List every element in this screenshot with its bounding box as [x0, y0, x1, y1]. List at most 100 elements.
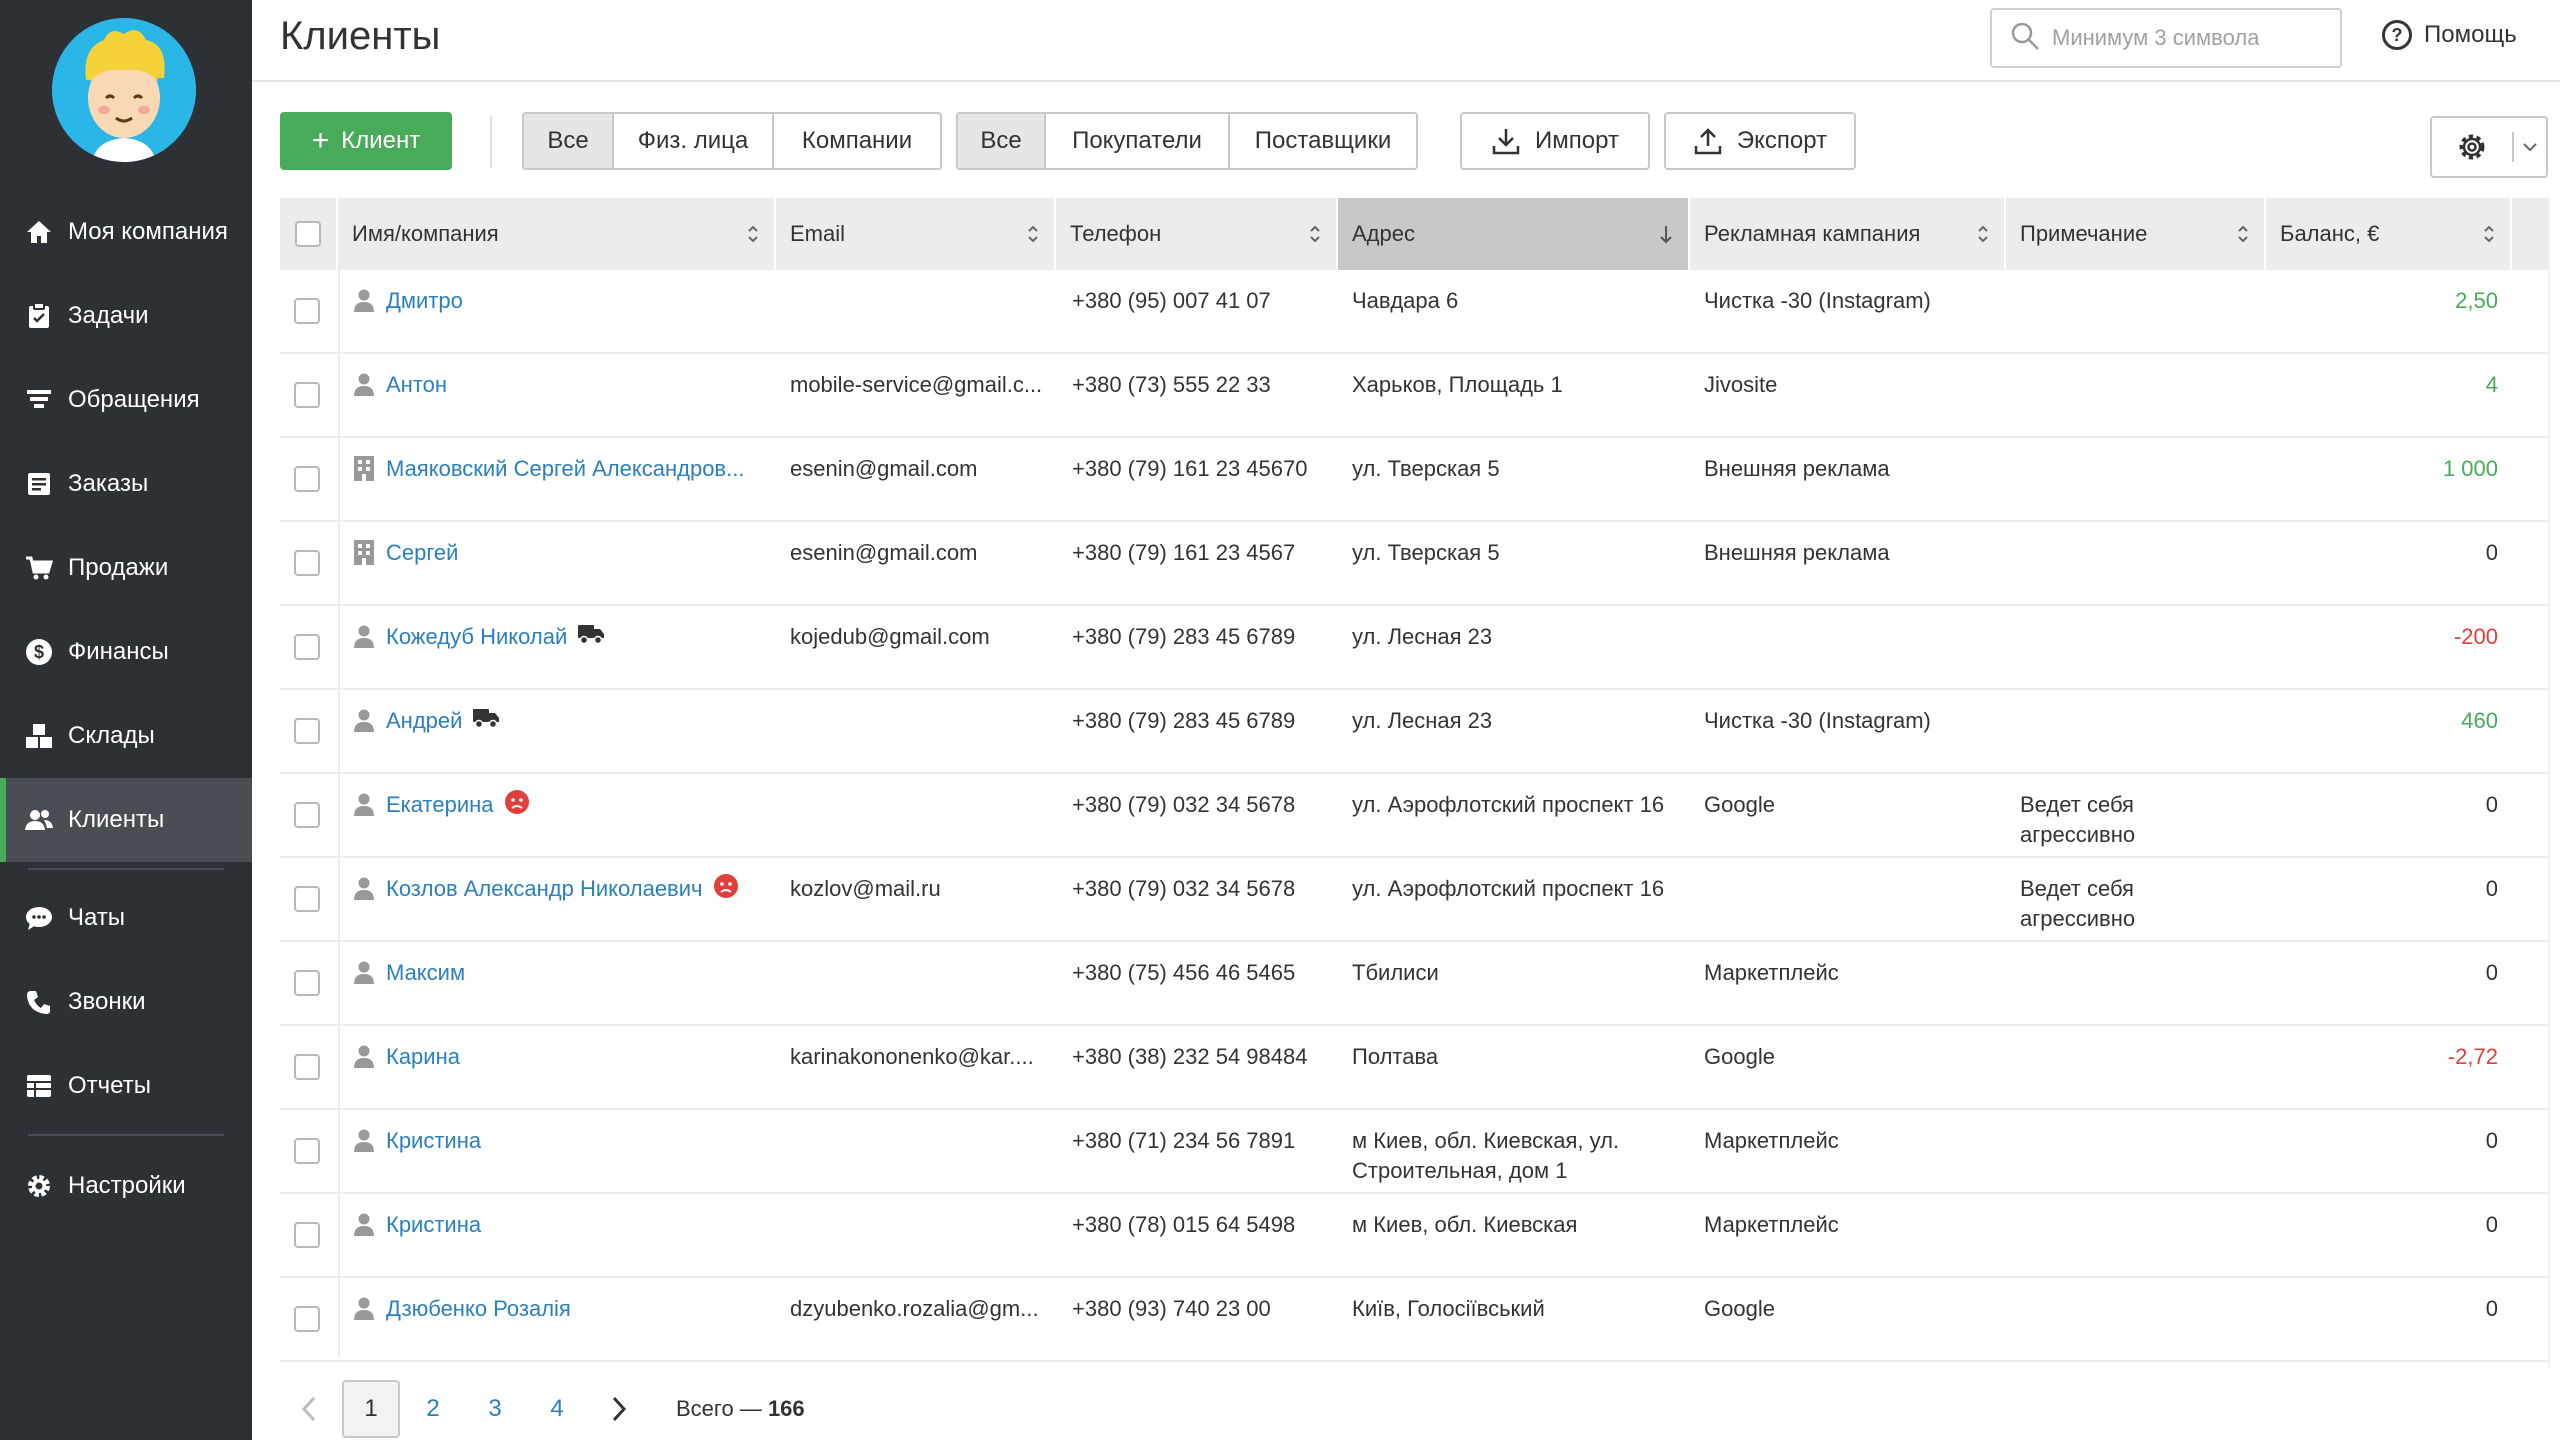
table-row[interactable]: Максим +380 (75) 456 46 5465 Тбилиси Мар…	[280, 942, 2548, 1026]
table-row[interactable]: Козлов Александр Николаевич kozlov@mail.…	[280, 858, 2548, 942]
export-button[interactable]: Экспорт	[1664, 112, 1856, 170]
page-3[interactable]: 3	[466, 1380, 524, 1438]
email-cell: kozlov@mail.ru	[790, 876, 941, 901]
filter-type-all[interactable]: Все	[524, 114, 614, 168]
sidebar-item-sales[interactable]: Продажи	[0, 526, 252, 610]
client-name-link[interactable]: Кристина	[386, 1212, 481, 1237]
sidebar-item-calls[interactable]: Звонки	[0, 960, 252, 1044]
column-address[interactable]: Адрес	[1338, 198, 1690, 270]
sidebar: Моя компания Задачи Обращения Заказы Про…	[0, 0, 252, 1440]
sort-icon	[748, 225, 758, 243]
sidebar-item-chats[interactable]: Чаты	[0, 876, 252, 960]
client-name-link[interactable]: Андрей	[386, 708, 462, 733]
table-row[interactable]: Сергей esenin@gmail.com +380 (79) 161 23…	[280, 522, 2548, 606]
row-checkbox[interactable]	[294, 634, 320, 660]
row-checkbox[interactable]	[294, 466, 320, 492]
svg-text:$: $	[34, 642, 44, 662]
filter-role-all[interactable]: Все	[958, 114, 1046, 168]
column-name[interactable]: Имя/компания	[338, 198, 776, 270]
row-checkbox[interactable]	[294, 298, 320, 324]
row-checkbox[interactable]	[294, 550, 320, 576]
table-row[interactable]: Карина karinakononenko@kar.... +380 (38)…	[280, 1026, 2548, 1110]
sidebar-item-requests[interactable]: Обращения	[0, 358, 252, 442]
client-name-link[interactable]: Сергей	[386, 540, 458, 565]
select-all-cell	[280, 198, 338, 270]
address-cell: ул. Аэрофлотский проспект 16	[1352, 876, 1665, 901]
next-page-button[interactable]	[590, 1380, 648, 1438]
row-checkbox[interactable]	[294, 970, 320, 996]
table-row[interactable]: Маяковский Сергей Александров... esenin@…	[280, 438, 2548, 522]
table-row[interactable]: Андрей +380 (79) 283 45 6789 ул. Лесная …	[280, 690, 2548, 774]
table-scrollbar[interactable]	[2548, 198, 2550, 1368]
search-input[interactable]	[2052, 25, 2332, 51]
sidebar-item-clients[interactable]: Клиенты	[0, 778, 252, 862]
row-checkbox[interactable]	[294, 886, 320, 912]
row-checkbox[interactable]	[294, 1138, 320, 1164]
import-button[interactable]: Импорт	[1460, 112, 1650, 170]
client-name-link[interactable]: Кожедуб Николай	[386, 624, 567, 649]
page-1[interactable]: 1	[342, 1380, 400, 1438]
search-box[interactable]	[1990, 8, 2342, 68]
total-value: 166	[767, 1396, 805, 1421]
client-name-link[interactable]: Екатерина	[386, 792, 494, 817]
row-checkbox[interactable]	[294, 802, 320, 828]
client-name-link[interactable]: Козлов Александр Николаевич	[386, 876, 703, 901]
client-name-link[interactable]: Маяковский Сергей Александров...	[386, 456, 744, 481]
page-2[interactable]: 2	[404, 1380, 462, 1438]
campaign-cell: Google	[1704, 1296, 1775, 1321]
filter-role-buyers[interactable]: Покупатели	[1046, 114, 1230, 168]
user-avatar[interactable]	[52, 18, 196, 162]
balance-cell: 0	[2485, 792, 2498, 817]
person-icon	[354, 1129, 374, 1153]
column-phone[interactable]: Телефон	[1056, 198, 1338, 270]
prev-page-button[interactable]	[280, 1380, 338, 1438]
row-checkbox[interactable]	[294, 1222, 320, 1248]
filter-role-suppliers[interactable]: Поставщики	[1230, 114, 1416, 168]
filter-type-companies[interactable]: Компании	[774, 114, 940, 168]
client-name-cell: Екатерина	[352, 790, 772, 820]
email-cell: esenin@gmail.com	[790, 540, 978, 565]
table-row[interactable]: Антон mobile-service@gmail.c... +380 (73…	[280, 354, 2548, 438]
person-icon	[354, 961, 374, 985]
table-row[interactable]: Екатерина +380 (79) 032 34 5678 ул. Аэро…	[280, 774, 2548, 858]
table-row[interactable]: Дмитро +380 (95) 007 41 07 Чавдара 6 Чис…	[280, 270, 2548, 354]
add-client-label: Клиент	[341, 127, 421, 154]
sort-icon	[1028, 225, 1038, 243]
column-email[interactable]: Email	[776, 198, 1056, 270]
help-link[interactable]: ? Помощь	[2382, 20, 2517, 50]
page-4[interactable]: 4	[528, 1380, 586, 1438]
table-settings-button[interactable]	[2430, 116, 2548, 178]
client-name-link[interactable]: Дзюбенко Розалія	[386, 1296, 571, 1321]
client-name-link[interactable]: Максим	[386, 960, 465, 985]
column-balance[interactable]: Баланс, €	[2266, 198, 2512, 270]
chevron-down-icon	[2514, 142, 2546, 152]
column-label: Имя/компания	[352, 221, 499, 246]
client-name-link[interactable]: Дмитро	[386, 288, 463, 313]
table-row[interactable]: Кристина +380 (71) 234 56 7891 м Киев, о…	[280, 1110, 2548, 1194]
table-row[interactable]: Кристина +380 (78) 015 64 5498 м Киев, о…	[280, 1194, 2548, 1278]
sidebar-item-tasks[interactable]: Задачи	[0, 274, 252, 358]
column-note[interactable]: Примечание	[2006, 198, 2266, 270]
sidebar-item-warehouses[interactable]: Склады	[0, 694, 252, 778]
sidebar-item-finance[interactable]: $ Финансы	[0, 610, 252, 694]
table-row[interactable]: Кожедуб Николай kojedub@gmail.com +380 (…	[280, 606, 2548, 690]
sidebar-item-orders[interactable]: Заказы	[0, 442, 252, 526]
add-client-button[interactable]: + Клиент	[280, 112, 452, 170]
truck-icon	[473, 709, 500, 729]
sidebar-item-my-company[interactable]: Моя компания	[0, 190, 252, 274]
sidebar-item-reports[interactable]: Отчеты	[0, 1044, 252, 1128]
filter-type-individuals[interactable]: Физ. лица	[614, 114, 774, 168]
client-name-link[interactable]: Карина	[386, 1044, 460, 1069]
client-name-link[interactable]: Антон	[386, 372, 447, 397]
select-all-checkbox[interactable]	[295, 221, 321, 247]
column-campaign[interactable]: Рекламная кампания	[1690, 198, 2006, 270]
table-row[interactable]: Дзюбенко Розалія dzyubenko.rozalia@gm...…	[280, 1278, 2548, 1362]
row-checkbox[interactable]	[294, 718, 320, 744]
row-checkbox[interactable]	[294, 1306, 320, 1332]
row-checkbox[interactable]	[294, 1054, 320, 1080]
person-icon	[354, 793, 374, 817]
client-name-link[interactable]: Кристина	[386, 1128, 481, 1153]
sidebar-item-settings[interactable]: Настройки	[0, 1144, 252, 1228]
row-checkbox[interactable]	[294, 382, 320, 408]
phone-cell: +380 (75) 456 46 5465	[1072, 960, 1296, 985]
